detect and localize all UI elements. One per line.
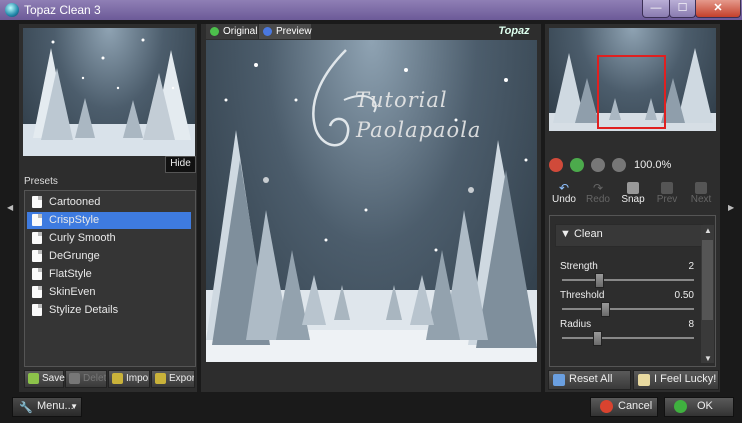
preset-label: FlatStyle	[49, 268, 92, 280]
preset-label: Stylize Details	[49, 304, 119, 316]
green-dot-icon	[210, 27, 219, 36]
preset-item-degrunge[interactable]: DeGrunge	[27, 248, 191, 265]
redo-icon: ↷	[592, 181, 604, 195]
dice-icon	[638, 374, 650, 386]
blue-dot-icon	[263, 27, 272, 36]
collapse-right-arrow-icon[interactable]: ▶	[728, 203, 734, 212]
document-icon	[32, 196, 42, 208]
hide-button[interactable]: Hide	[165, 156, 196, 173]
maximize-button[interactable]: ☐	[669, 0, 696, 18]
preset-label: CrispStyle	[49, 214, 100, 226]
document-icon	[32, 232, 42, 244]
title-bar	[0, 0, 742, 20]
radius-value: 8	[688, 319, 694, 330]
preset-label: Cartooned	[49, 196, 101, 208]
preset-item-flatstyle[interactable]: FlatStyle	[27, 266, 191, 283]
next-button[interactable]: Next	[686, 182, 716, 208]
watermark-paolapaola: Paolapaola	[356, 118, 482, 142]
import-icon	[112, 373, 123, 384]
fit-view-icon[interactable]	[591, 158, 605, 172]
export-icon	[155, 373, 166, 384]
reset-all-button[interactable]: Reset All	[548, 370, 631, 390]
snap-button[interactable]: Snap	[618, 182, 648, 208]
preset-item-curly-smooth[interactable]: Curly Smooth	[27, 230, 191, 247]
minimize-button[interactable]: —	[642, 0, 670, 18]
preset-preview-thumbnail	[23, 28, 195, 156]
snapshot-icon	[627, 182, 639, 194]
save-icon	[28, 373, 39, 384]
prev-button[interactable]: Prev	[652, 182, 682, 208]
delete-preset-button[interactable]: Delete	[65, 370, 107, 388]
export-preset-button[interactable]: Export	[151, 370, 195, 388]
threshold-slider-thumb[interactable]	[601, 302, 611, 317]
preset-item-stylize-details[interactable]: Stylize Details	[27, 302, 191, 319]
radius-label: Radius	[560, 319, 592, 330]
redo-button[interactable]: ↷ Redo	[583, 182, 613, 208]
undo-button[interactable]: ↶ Undo	[549, 182, 579, 208]
clean-section-title[interactable]: ▼ Clean	[560, 228, 603, 240]
save-preset-button[interactable]: Save	[24, 370, 65, 388]
settings-scrollbar-thumb[interactable]	[702, 240, 713, 320]
tab-preview[interactable]: Preview	[259, 24, 312, 39]
navigator-viewport-rect[interactable]	[597, 55, 666, 129]
threshold-value: 0.50	[674, 290, 694, 301]
ok-button[interactable]: OK	[664, 397, 734, 417]
menu-button[interactable]: 🔧 Menu... ▼	[12, 397, 82, 417]
actual-size-icon[interactable]	[612, 158, 626, 172]
document-icon	[32, 250, 42, 262]
presets-heading: Presets	[24, 176, 58, 187]
topaz-logo: Topaz	[498, 25, 530, 37]
zoom-out-icon[interactable]	[549, 158, 563, 172]
strength-label: Strength	[560, 261, 598, 272]
watermark-tutorial: Tutorial	[355, 88, 448, 112]
strength-slider-thumb[interactable]	[594, 273, 604, 288]
zoom-level: 100.0%	[634, 159, 672, 171]
reset-icon	[553, 374, 565, 386]
preset-item-crispstyle[interactable]: CrispStyle	[27, 212, 191, 229]
expand-triangle-icon: ▼	[560, 228, 571, 240]
cancel-button[interactable]: Cancel	[590, 397, 658, 417]
preset-item-cartooned[interactable]: Cartooned	[27, 194, 191, 211]
document-icon	[32, 286, 42, 298]
zoom-in-icon[interactable]	[570, 158, 584, 172]
chevron-down-icon: ▼	[70, 402, 78, 411]
feel-lucky-button[interactable]: I Feel Lucky!	[633, 370, 719, 390]
radius-slider-track[interactable]	[562, 337, 694, 339]
cancel-icon	[600, 400, 613, 413]
document-icon	[32, 304, 42, 316]
undo-icon: ↶	[558, 181, 570, 195]
preset-label: SkinEven	[49, 286, 96, 298]
strength-value: 2	[688, 261, 694, 272]
document-icon	[32, 214, 42, 226]
scroll-up-arrow-icon[interactable]: ▲	[704, 226, 712, 235]
next-icon	[695, 182, 707, 194]
prev-icon	[661, 182, 673, 194]
threshold-slider-track[interactable]	[562, 308, 694, 310]
tab-original[interactable]: Original	[206, 24, 258, 39]
delete-icon	[69, 373, 80, 384]
threshold-label: Threshold	[560, 290, 605, 301]
collapse-left-arrow-icon[interactable]: ◀	[7, 203, 13, 212]
document-icon	[32, 268, 42, 280]
close-window-button[interactable]: ✕	[695, 0, 741, 18]
preset-list: Cartooned CrispStyle Curly Smooth DeGrun…	[24, 190, 196, 367]
radius-slider-thumb[interactable]	[592, 331, 602, 346]
checkmark-icon	[674, 400, 687, 413]
import-preset-button[interactable]: Import	[108, 370, 150, 388]
topaz-app-icon	[5, 3, 19, 17]
preset-label: DeGrunge	[49, 250, 100, 262]
window-title: Topaz Clean 3	[24, 3, 101, 17]
scroll-down-arrow-icon[interactable]: ▼	[704, 354, 712, 363]
preset-label: Curly Smooth	[49, 232, 116, 244]
wrench-icon: 🔧	[19, 402, 33, 414]
preset-item-skineven[interactable]: SkinEven	[27, 284, 191, 301]
strength-slider-track[interactable]	[562, 279, 694, 281]
